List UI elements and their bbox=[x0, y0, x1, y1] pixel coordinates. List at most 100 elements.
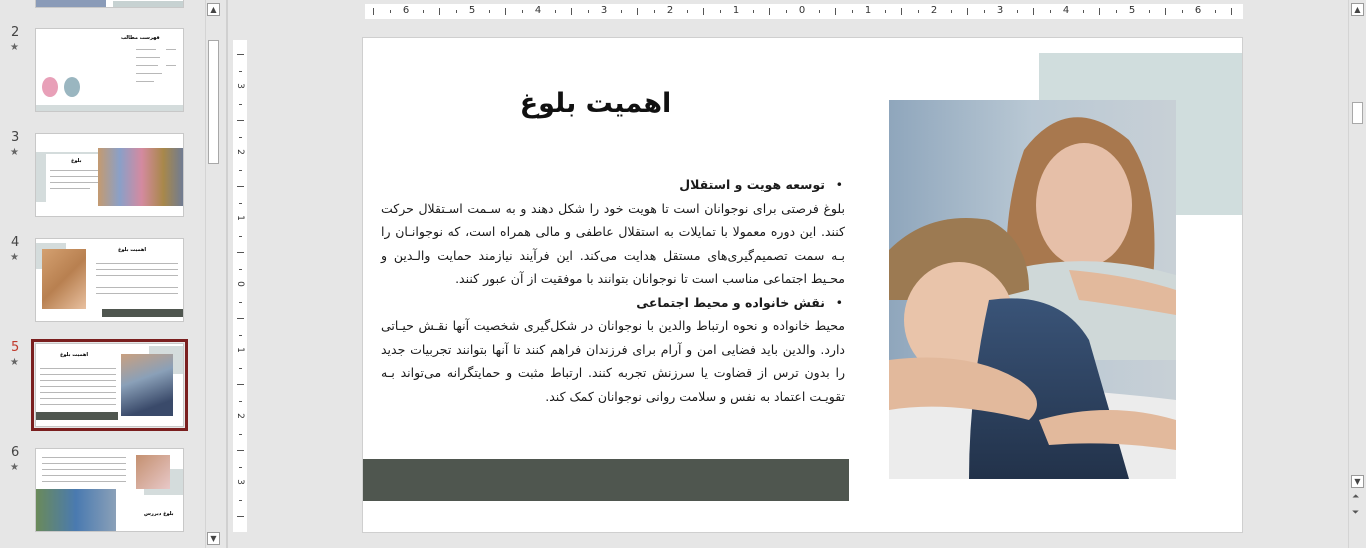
ruler-tick bbox=[237, 516, 244, 517]
ruler-tick bbox=[422, 10, 424, 13]
photo-illustration bbox=[889, 100, 1176, 479]
ruler-label: 5 bbox=[468, 5, 476, 16]
presentation-editor: 2 ★ فهرست مطالب 3 ★ بلوغ 4 ★ اهمیت بلوغ … bbox=[0, 0, 1366, 548]
ruler-tick bbox=[1148, 10, 1150, 13]
ruler-tick bbox=[587, 10, 589, 13]
scrollbar-thumb[interactable] bbox=[208, 40, 219, 164]
ruler-tick bbox=[719, 10, 721, 13]
ruler-tick bbox=[239, 136, 242, 138]
ruler-tick bbox=[239, 103, 242, 105]
ruler-label: 2 bbox=[235, 413, 245, 419]
ruler-label: 2 bbox=[235, 149, 245, 155]
ruler-tick bbox=[239, 202, 242, 204]
ruler-label: 0 bbox=[235, 281, 245, 287]
slide-number: 3 bbox=[11, 130, 20, 145]
ruler-tick bbox=[1099, 8, 1100, 15]
paragraph-text: محیط خانواده و نحوه ارتباط والدین با نوج… bbox=[381, 318, 845, 404]
ruler-tick bbox=[488, 10, 490, 13]
slide-number: 6 bbox=[11, 445, 20, 460]
ruler-tick bbox=[389, 10, 391, 13]
slide-number: 2 bbox=[11, 25, 20, 40]
ruler-tick bbox=[686, 10, 688, 13]
slide-thumbnail-3[interactable]: بلوغ bbox=[35, 133, 184, 217]
ruler-tick bbox=[835, 8, 836, 15]
slide-body-text[interactable]: توسعه هویت و استقلال بلوغ فرصتی برای نوج… bbox=[381, 173, 845, 408]
slide-number: 5 bbox=[11, 340, 20, 355]
ruler-tick bbox=[1115, 10, 1117, 13]
ruler-tick bbox=[1016, 10, 1018, 13]
thumbnail-title: اهمیت بلوغ bbox=[60, 352, 89, 358]
paragraph-text: بلوغ فرصتی برای نوجوانان است تا هویت خود… bbox=[381, 200, 845, 287]
ruler-tick bbox=[239, 268, 242, 270]
ruler-tick bbox=[1181, 10, 1183, 13]
scroll-down-arrow-icon[interactable]: ▼ bbox=[207, 532, 220, 545]
ruler-tick bbox=[950, 10, 952, 13]
ruler-tick bbox=[237, 186, 244, 187]
ruler-tick bbox=[818, 10, 820, 13]
bottom-accent-bar bbox=[363, 459, 849, 501]
slide-thumbnail-4[interactable]: اهمیت بلوغ bbox=[35, 238, 184, 322]
ruler-tick bbox=[967, 8, 968, 15]
slide-thumbnail-6[interactable]: بلوغ دیررس bbox=[35, 448, 184, 532]
scroll-up-arrow-icon[interactable]: ▲ bbox=[1351, 3, 1364, 16]
scrollbar-thumb[interactable] bbox=[1352, 102, 1363, 124]
ruler-tick bbox=[851, 10, 853, 13]
ruler-label: 1 bbox=[235, 347, 245, 353]
ruler-tick bbox=[884, 10, 886, 13]
editor-scrollbar[interactable]: ▲ ▼ ⏶ ⏷ bbox=[1348, 0, 1366, 548]
slide-thumbnail-1[interactable] bbox=[35, 0, 184, 8]
ruler-tick bbox=[769, 8, 770, 15]
ruler-tick bbox=[752, 10, 754, 13]
thumbnail-title: اهمیت بلوغ bbox=[118, 247, 147, 253]
ruler-tick bbox=[239, 367, 242, 369]
ruler-tick bbox=[373, 8, 374, 15]
ruler-tick bbox=[521, 10, 523, 13]
thumbnail-title: بلوغ bbox=[71, 158, 82, 164]
slide-number: 4 bbox=[11, 235, 20, 250]
ruler-label: 3 bbox=[235, 479, 245, 485]
animation-star-icon: ★ bbox=[10, 252, 19, 263]
ruler-tick bbox=[620, 10, 622, 13]
ruler-tick bbox=[637, 8, 638, 15]
slide-canvas[interactable]: اهمیت بلوغ توسعه هویت و استقلال بلوغ فرص… bbox=[362, 37, 1243, 533]
thumbnail-title: فهرست مطالب bbox=[121, 35, 160, 41]
scroll-up-arrow-icon[interactable]: ▲ bbox=[207, 3, 220, 16]
mother-and-teen-photo[interactable] bbox=[889, 100, 1176, 479]
ruler-label: 3 bbox=[600, 5, 608, 16]
ruler-tick bbox=[1165, 8, 1166, 15]
ruler-tick bbox=[239, 70, 242, 72]
ruler-label: 2 bbox=[666, 5, 674, 16]
ruler-tick bbox=[239, 400, 242, 402]
thumbnail-scrollbar[interactable]: ▲ ▼ bbox=[205, 0, 221, 548]
ruler-tick bbox=[1033, 8, 1034, 15]
ruler-tick bbox=[554, 10, 556, 13]
ruler-tick bbox=[1049, 10, 1051, 13]
ruler-tick bbox=[239, 301, 242, 303]
slide-thumbnail-2[interactable]: فهرست مطالب bbox=[35, 28, 184, 112]
ruler-tick bbox=[983, 10, 985, 13]
ruler-tick bbox=[917, 10, 919, 13]
slide-thumbnail-5-selected[interactable]: اهمیت بلوغ bbox=[31, 339, 188, 431]
ruler-tick bbox=[653, 10, 655, 13]
ruler-tick bbox=[239, 499, 242, 501]
ruler-tick bbox=[1082, 10, 1084, 13]
ruler-label: 1 bbox=[732, 5, 740, 16]
ruler-label: 4 bbox=[1062, 5, 1070, 16]
ruler-label: 5 bbox=[1128, 5, 1136, 16]
ruler-label: 3 bbox=[235, 83, 245, 89]
ruler-label: 3 bbox=[996, 5, 1004, 16]
pane-divider[interactable] bbox=[226, 0, 228, 548]
ruler-label: 2 bbox=[930, 5, 938, 16]
ruler-tick bbox=[1214, 10, 1216, 13]
ruler-tick bbox=[1231, 8, 1232, 15]
ruler-tick bbox=[237, 318, 244, 319]
ruler-tick bbox=[239, 334, 242, 336]
ruler-tick bbox=[237, 252, 244, 253]
slide-title[interactable]: اهمیت بلوغ bbox=[513, 88, 678, 119]
ruler-tick bbox=[239, 235, 242, 237]
next-slide-icon[interactable]: ⏷ bbox=[1352, 508, 1359, 518]
previous-slide-icon[interactable]: ⏶ bbox=[1352, 492, 1359, 502]
scroll-down-arrow-icon[interactable]: ▼ bbox=[1351, 475, 1364, 488]
ruler-label: 6 bbox=[402, 5, 410, 16]
ruler-tick bbox=[785, 10, 787, 13]
